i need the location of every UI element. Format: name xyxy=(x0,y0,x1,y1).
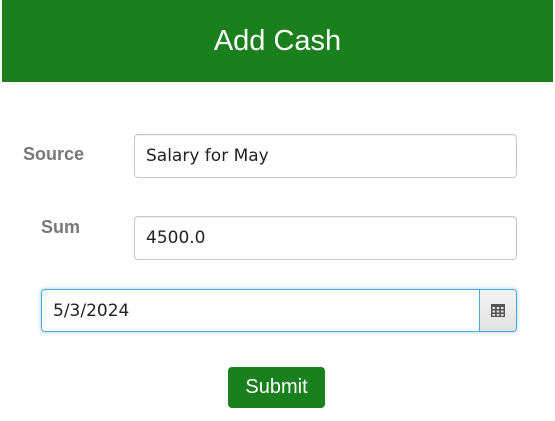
sum-input[interactable] xyxy=(134,216,517,260)
page-header: Add Cash xyxy=(2,0,553,82)
date-picker xyxy=(41,289,517,332)
sum-label: Sum xyxy=(41,217,81,237)
source-label: Source xyxy=(23,144,85,164)
calendar-icon xyxy=(491,304,505,317)
calendar-button[interactable] xyxy=(480,290,516,331)
source-input[interactable] xyxy=(134,134,517,178)
date-input[interactable] xyxy=(42,290,480,331)
submit-button[interactable]: Submit xyxy=(228,367,325,408)
page-title: Add Cash xyxy=(213,24,342,57)
